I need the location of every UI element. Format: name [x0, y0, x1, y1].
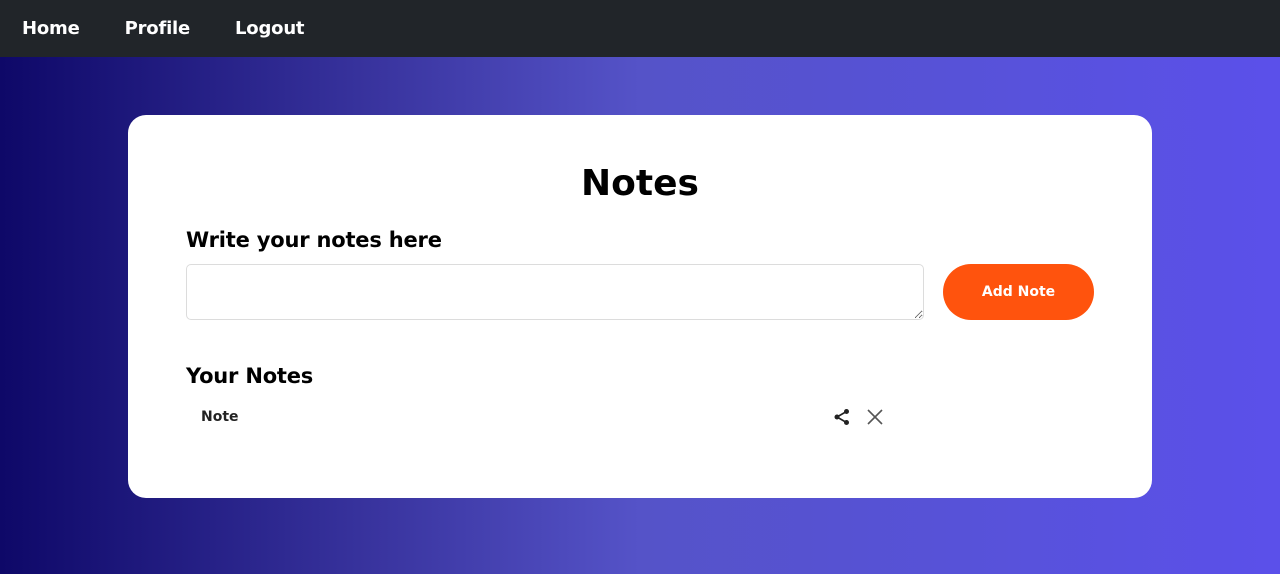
share-icon[interactable] — [832, 407, 852, 427]
write-notes-label: Write your notes here — [186, 228, 442, 252]
your-notes-heading: Your Notes — [186, 364, 314, 388]
add-note-button[interactable]: Add Note — [943, 264, 1094, 320]
nav-logout-link[interactable]: Logout — [235, 18, 305, 39]
nav-profile-link[interactable]: Profile — [125, 18, 191, 39]
close-icon[interactable] — [865, 407, 885, 427]
notes-card: Notes Write your notes here Add Note You… — [128, 115, 1152, 498]
note-text: Note — [201, 409, 239, 425]
note-list-item: Note — [186, 402, 886, 432]
note-textarea[interactable] — [186, 264, 924, 320]
top-navbar: Home Profile Logout — [0, 0, 1280, 57]
nav-home-link[interactable]: Home — [22, 18, 80, 39]
page-title: Notes — [581, 163, 699, 204]
